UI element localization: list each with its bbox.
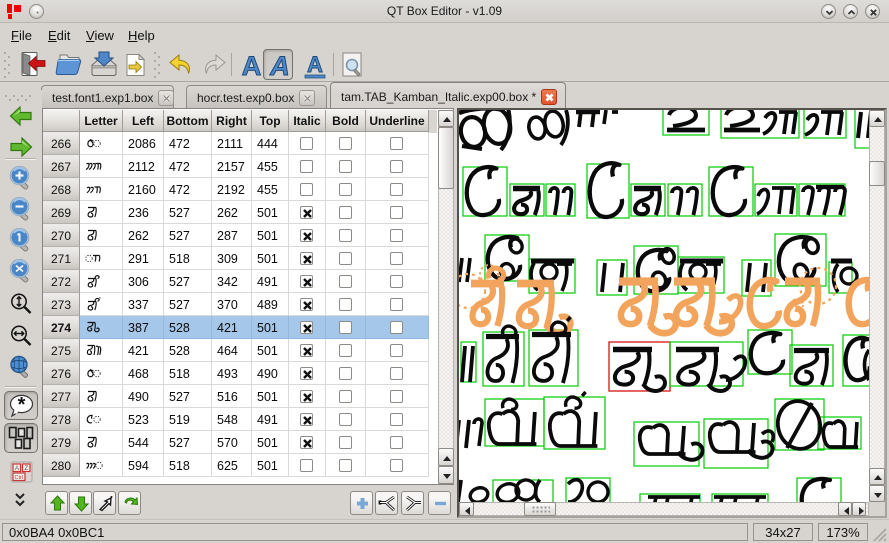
- svg-text:A: A: [15, 466, 19, 472]
- svg-text:Z: Z: [25, 466, 29, 472]
- svg-text:A: A: [242, 51, 262, 80]
- svg-text:*: *: [18, 394, 26, 416]
- svg-text:Ctrl: Ctrl: [15, 475, 24, 481]
- svg-text:A: A: [269, 51, 290, 80]
- svg-text:A: A: [307, 52, 323, 77]
